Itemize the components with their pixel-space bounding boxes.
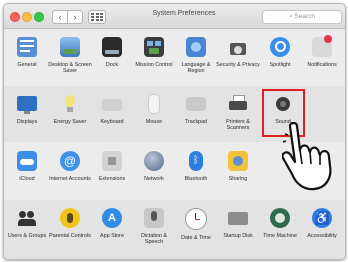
search-field[interactable]: ⌕ Search <box>262 10 342 24</box>
extensions-icon <box>102 151 122 171</box>
pane-label: Notifications <box>307 62 337 68</box>
pane-accessibility[interactable]: ♿ Accessibility <box>300 208 344 239</box>
pane-label: Keyboard <box>100 119 124 125</box>
preferences-row-1: General Desktop & Screen Saver Dock Miss… <box>4 29 345 85</box>
pane-label: Desktop & Screen Saver <box>48 62 92 75</box>
pane-app-store[interactable]: A App Store <box>90 208 134 239</box>
pane-sharing[interactable]: Sharing <box>216 151 260 182</box>
general-icon <box>17 37 37 57</box>
title-bar: ‹ › System Preferences ⌕ Search <box>4 4 345 29</box>
pane-label: Time Machine <box>263 233 297 239</box>
pane-energy-saver[interactable]: Energy Saver <box>48 94 92 125</box>
pane-security-privacy[interactable]: Security & Privacy <box>216 37 260 68</box>
pane-label: General <box>17 62 37 68</box>
pane-dictation-speech[interactable]: Dictation & Speech <box>132 208 176 245</box>
language-region-icon <box>186 37 206 57</box>
forward-button[interactable]: › <box>67 10 83 24</box>
notifications-icon <box>312 35 332 57</box>
pane-label: Network <box>144 176 164 182</box>
spotlight-icon <box>270 37 290 57</box>
pointing-hand-icon <box>282 122 332 191</box>
pane-label: Mouse <box>145 119 163 125</box>
pane-label: Dock <box>105 62 119 68</box>
pane-icloud[interactable]: iCloud <box>5 151 49 182</box>
trackpad-icon <box>186 97 206 111</box>
pane-date-time[interactable]: Date & Time <box>174 208 218 241</box>
pane-label: Printers & Scanners <box>226 119 250 132</box>
pane-label: Language & Region <box>181 62 211 75</box>
pane-label: Trackpad <box>184 119 208 125</box>
keyboard-icon <box>102 99 122 111</box>
sharing-icon <box>228 151 248 171</box>
pane-dock[interactable]: Dock <box>90 37 134 68</box>
pane-general[interactable]: General <box>5 37 49 68</box>
pane-users-groups[interactable]: Users & Groups <box>5 208 49 239</box>
displays-icon <box>17 96 37 114</box>
pane-network[interactable]: Network <box>132 151 176 182</box>
pane-label: Security & Privacy <box>216 62 260 68</box>
pane-time-machine[interactable]: Time Machine <box>258 208 302 239</box>
pane-internet-accounts[interactable]: @ Internet Accounts <box>48 151 92 182</box>
pane-bluetooth[interactable]: ᛒ Bluetooth <box>174 151 218 182</box>
preferences-row-4: Users & Groups Parental Controls A App S… <box>4 200 345 259</box>
users-groups-icon <box>17 208 37 228</box>
startup-disk-icon <box>228 212 248 225</box>
mission-control-icon <box>144 37 164 57</box>
pane-keyboard[interactable]: Keyboard <box>90 94 134 125</box>
accessibility-icon: ♿ <box>312 208 332 228</box>
pane-label: Bluetooth <box>184 176 208 182</box>
bluetooth-icon: ᛒ <box>189 151 203 171</box>
pane-mouse[interactable]: Mouse <box>132 94 176 125</box>
pane-notifications[interactable]: Notifications <box>300 35 344 68</box>
pane-label: Energy Saver <box>53 119 87 125</box>
pane-startup-disk[interactable]: Startup Disk <box>216 208 260 239</box>
pane-desktop-screen-saver[interactable]: Desktop & Screen Saver <box>48 37 92 74</box>
date-time-icon <box>185 208 207 230</box>
window-title: System Preferences <box>152 10 216 17</box>
pane-label: Internet Accounts <box>49 176 91 182</box>
security-privacy-icon <box>228 37 248 57</box>
pane-label: Users & Groups <box>7 233 47 239</box>
pane-printers-scanners[interactable]: Printers & Scanners <box>216 94 260 131</box>
network-icon <box>144 151 164 171</box>
desktop-screen-saver-icon <box>60 37 80 57</box>
pane-label: App Store <box>100 233 124 239</box>
show-all-button[interactable] <box>88 10 106 24</box>
dock-icon <box>102 37 122 57</box>
pane-extensions[interactable]: Extensions <box>90 151 134 182</box>
pane-label: Mission Control <box>135 62 173 68</box>
mouse-icon <box>148 94 160 114</box>
pane-label: Sharing <box>228 176 248 182</box>
back-button[interactable]: ‹ <box>52 10 68 24</box>
icloud-icon <box>17 151 37 171</box>
minimize-window-button[interactable] <box>22 12 32 22</box>
pane-trackpad[interactable]: Trackpad <box>174 94 218 125</box>
pane-label: Spotlight <box>269 62 291 68</box>
pane-label: Extensions <box>98 176 126 182</box>
app-store-icon: A <box>102 208 122 228</box>
pane-label: Displays <box>16 119 38 125</box>
pane-label: Date & Time <box>181 235 211 241</box>
pane-mission-control[interactable]: Mission Control <box>132 37 176 68</box>
pane-label: Startup Disk <box>223 233 253 239</box>
pane-displays[interactable]: Displays <box>5 94 49 125</box>
pane-spotlight[interactable]: Spotlight <box>258 37 302 68</box>
search-placeholder: Search <box>294 13 316 20</box>
energy-saver-icon <box>60 94 80 114</box>
pane-label: iCloud <box>19 176 35 182</box>
time-machine-icon <box>270 208 290 228</box>
printers-scanners-icon <box>228 94 248 114</box>
internet-accounts-icon: @ <box>60 151 80 171</box>
parental-controls-icon <box>60 208 80 228</box>
dictation-speech-icon <box>144 208 164 228</box>
pane-language-region[interactable]: Language & Region <box>174 37 218 74</box>
zoom-window-button[interactable] <box>34 12 44 22</box>
close-window-button[interactable] <box>10 12 20 22</box>
pane-parental-controls[interactable]: Parental Controls <box>48 208 92 239</box>
pane-label: Accessibility <box>307 233 337 239</box>
pane-label: Dictation & Speech <box>140 233 168 246</box>
pane-label: Parental Controls <box>49 233 91 239</box>
